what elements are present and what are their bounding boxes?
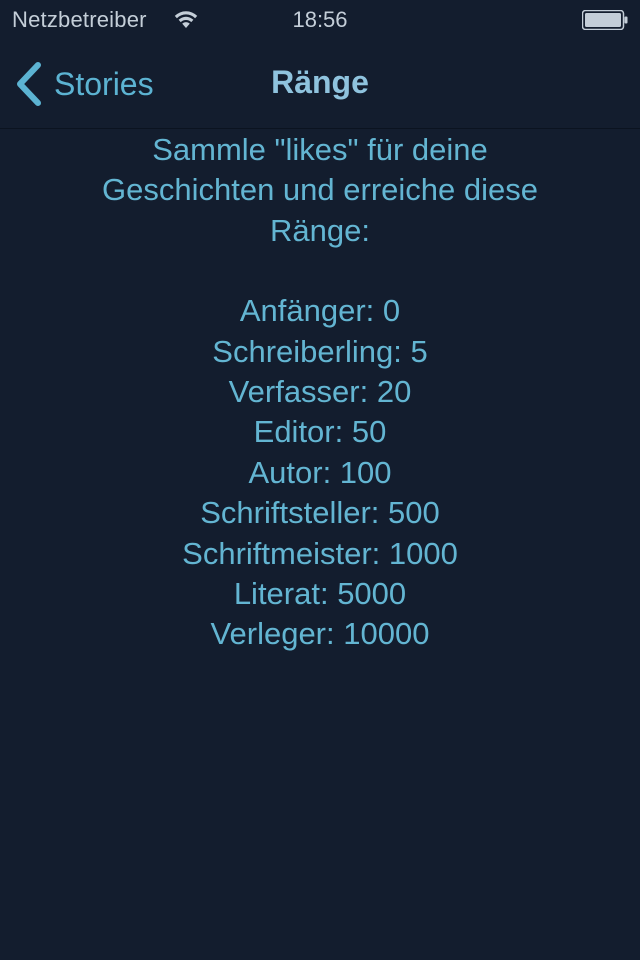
rank-item: Literat: 5000 (233, 576, 407, 612)
rank-item: Schreiberling: 5 (212, 333, 428, 369)
screen: Netzbetreiber 18:56 Stories Ränge Sammle… (0, 0, 640, 960)
page-title: Ränge (271, 64, 369, 100)
battery-icon (581, 9, 628, 31)
rank-item: Verfasser: 20 (228, 374, 412, 410)
status-bar: Netzbetreiber 18:56 (0, 0, 640, 40)
rank-item: Anfänger: 0 (239, 293, 401, 329)
status-time: 18:56 (292, 7, 348, 32)
rank-item: Schriftmeister: 1000 (182, 535, 458, 571)
rank-list: Anfänger: 0 Schreiberling: 5 Verfasser: … (0, 291, 640, 655)
navigation-bar: Stories Ränge (0, 40, 640, 129)
rank-item: Verleger: 10000 (210, 616, 430, 652)
rank-item: Schriftsteller: 500 (200, 495, 440, 531)
intro-text: Sammle "likes" für deine Geschichten und… (102, 132, 538, 248)
rank-item: Autor: 100 (248, 454, 392, 490)
rank-item: Editor: 50 (253, 414, 387, 450)
ranks-content: Sammle "likes" für deine Geschichten und… (0, 129, 640, 655)
